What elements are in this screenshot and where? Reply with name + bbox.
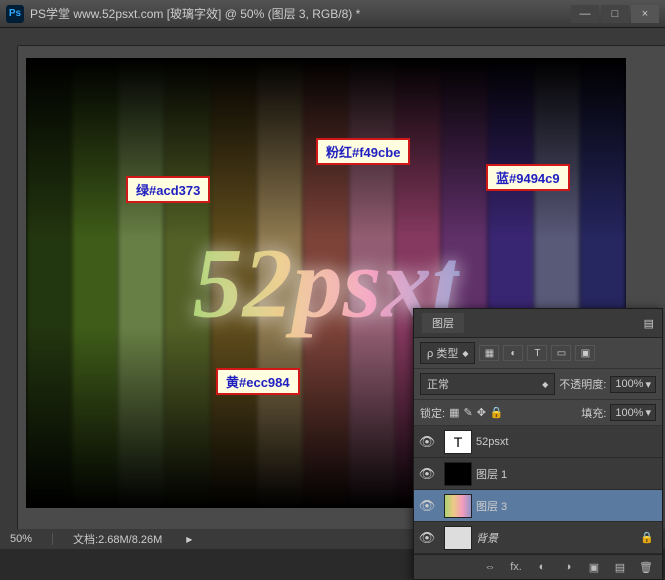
link-layers-icon[interactable]: ⇔	[480, 559, 500, 575]
status-menu-icon[interactable]: ▶	[186, 535, 192, 544]
ruler-corner	[0, 28, 18, 46]
layer-thumbnail[interactable]	[444, 462, 472, 486]
filter-pixel-icon[interactable]: ▦	[479, 345, 499, 361]
visibility-eye-icon[interactable]: 👁	[414, 530, 440, 546]
new-layer-icon[interactable]: ▤	[610, 559, 630, 575]
blend-opacity-row: 正常 ◆ 不透明度: 100%▾	[414, 369, 662, 400]
layer-filter-row: ρ 类型 ◆ ▦ ◐ T ▭ ▣	[414, 338, 662, 369]
layers-panel: 图层 ▤ ρ 类型 ◆ ▦ ◐ T ▭ ▣ 正常 ◆ 不透明度: 100%▾	[413, 308, 663, 580]
layer-thumbnail[interactable]	[444, 494, 472, 518]
layer-thumbnail[interactable]	[444, 526, 472, 550]
layer-thumbnail[interactable]: T	[444, 430, 472, 454]
layer-list: 👁T52psxt👁图层 1👁图层 3👁背景🔒	[414, 426, 662, 554]
visibility-eye-icon[interactable]: 👁	[414, 434, 440, 450]
fill-input[interactable]: 100%▾	[610, 404, 656, 421]
lock-paint-icon[interactable]: ✎	[463, 406, 472, 419]
panel-tab-bar: 图层 ▤	[414, 309, 662, 338]
lock-fill-row: 锁定: ▦ ✎ ✥ 🔒 填充: 100%▾	[414, 400, 662, 426]
annotation-blue: 蓝#9494c9	[486, 164, 570, 191]
layer-kind-dropdown[interactable]: ρ 类型 ◆	[420, 342, 475, 364]
filter-type-icon[interactable]: T	[527, 345, 547, 361]
zoom-level[interactable]: 50%	[10, 533, 32, 545]
annotation-green: 绿#acd373	[126, 176, 210, 203]
fill-adjust-icon[interactable]: ◑	[558, 559, 578, 575]
close-button[interactable]: ×	[631, 5, 659, 23]
fill-label: 填充:	[581, 405, 606, 421]
document-area: 52psxt 绿#acd373 粉红#f49cbe 蓝#9494c9 黄#ecc…	[0, 28, 665, 549]
tab-layers[interactable]: 图层	[422, 313, 464, 333]
chevron-down-icon: ◆	[462, 349, 468, 358]
filter-adjust-icon[interactable]: ◐	[503, 345, 523, 361]
lock-icon: 🔒	[640, 531, 654, 544]
layer-mask-icon[interactable]: ◐	[532, 559, 552, 575]
layer-name-label[interactable]: 52psxt	[476, 436, 662, 448]
panel-menu-icon[interactable]: ▤	[644, 317, 654, 330]
layer-row[interactable]: 👁 图层 1	[414, 458, 662, 490]
blend-mode-dropdown[interactable]: 正常 ◆	[420, 373, 555, 395]
layer-name-label[interactable]: 图层 3	[476, 498, 662, 514]
lock-label: 锁定:	[420, 405, 445, 421]
ps-app-icon: Ps	[6, 5, 24, 23]
titlebar: Ps PS学堂 www.52psxt.com [玻璃字效] @ 50% (图层 …	[0, 0, 665, 28]
layer-name-label[interactable]: 背景	[476, 530, 640, 546]
visibility-eye-icon[interactable]: 👁	[414, 498, 440, 514]
opacity-label: 不透明度:	[559, 376, 606, 392]
filter-smart-icon[interactable]: ▣	[575, 345, 595, 361]
layer-name-label[interactable]: 图层 1	[476, 466, 662, 482]
filter-shape-icon[interactable]: ▭	[551, 345, 571, 361]
lock-all-icon[interactable]: 🔒	[490, 406, 504, 419]
layer-fx-icon[interactable]: fx.	[506, 559, 526, 575]
lock-transparent-icon[interactable]: ▦	[449, 406, 459, 419]
new-group-icon[interactable]: ▣	[584, 559, 604, 575]
ruler-horizontal[interactable]	[18, 28, 665, 46]
panel-bottom-buttons: ⇔ fx. ◐ ◑ ▣ ▤ 🗑	[414, 554, 662, 579]
annotation-pink: 粉红#f49cbe	[316, 138, 410, 165]
document-size[interactable]: 文档:2.68M/8.26M	[73, 531, 162, 547]
minimize-button[interactable]: —	[571, 5, 599, 23]
chevron-down-icon: ◆	[542, 380, 548, 389]
layer-row[interactable]: 👁T 52psxt	[414, 426, 662, 458]
lock-position-icon[interactable]: ✥	[477, 406, 486, 419]
annotation-yellow: 黄#ecc984	[216, 368, 300, 395]
layer-row[interactable]: 👁 背景🔒	[414, 522, 662, 554]
opacity-input[interactable]: 100%▾	[610, 376, 656, 393]
window-title: PS学堂 www.52psxt.com [玻璃字效] @ 50% (图层 3, …	[30, 5, 571, 22]
maximize-button[interactable]: □	[601, 5, 629, 23]
ruler-vertical[interactable]	[0, 46, 18, 529]
layer-row[interactable]: 👁 图层 3	[414, 490, 662, 522]
window-controls: — □ ×	[571, 5, 659, 23]
visibility-eye-icon[interactable]: 👁	[414, 466, 440, 482]
delete-layer-icon[interactable]: 🗑	[636, 559, 656, 575]
